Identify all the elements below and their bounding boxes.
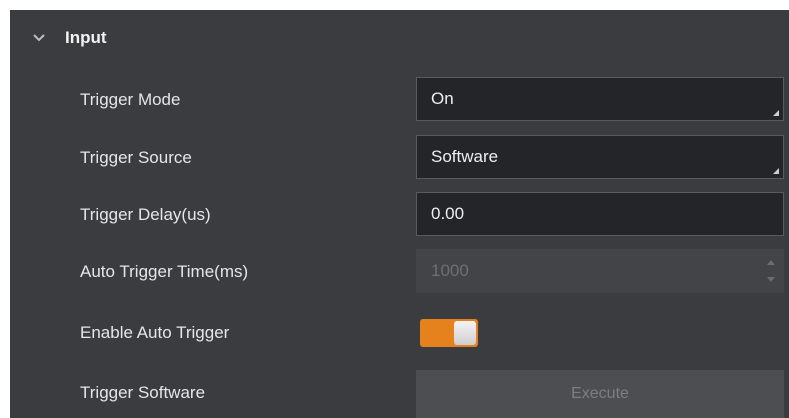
- trigger-mode-label: Trigger Mode: [80, 90, 181, 109]
- trigger-source-label: Trigger Source: [80, 148, 192, 167]
- row-trigger-mode: Trigger Mode On: [10, 75, 789, 125]
- chevron-down-icon[interactable]: [29, 28, 49, 48]
- section-header-input[interactable]: Input: [10, 10, 789, 66]
- trigger-source-select[interactable]: Software: [416, 135, 784, 179]
- spin-up-icon[interactable]: [767, 260, 775, 265]
- trigger-mode-select[interactable]: On: [416, 77, 784, 121]
- row-enable-auto-trigger: Enable Auto Trigger: [10, 308, 789, 358]
- row-trigger-software: Trigger Software Execute: [10, 368, 789, 418]
- execute-button[interactable]: Execute: [416, 370, 784, 418]
- auto-trigger-time-input[interactable]: 1000: [416, 249, 784, 293]
- spin-down-icon[interactable]: [767, 277, 775, 282]
- auto-trigger-time-label: Auto Trigger Time(ms): [80, 262, 249, 281]
- trigger-software-label: Trigger Software: [80, 383, 206, 402]
- row-trigger-source: Trigger Source Software: [10, 133, 789, 183]
- trigger-delay-label: Trigger Delay(us): [80, 205, 211, 224]
- toggle-knob: [454, 321, 476, 345]
- section-title: Input: [65, 28, 107, 47]
- auto-trigger-time-value: 1000: [431, 261, 469, 280]
- trigger-source-value: Software: [431, 147, 499, 166]
- enable-auto-trigger-label: Enable Auto Trigger: [80, 323, 230, 342]
- dropdown-corner-icon: [773, 110, 779, 116]
- properties-panel: Input Trigger Mode On Trigger Source Sof…: [10, 10, 789, 418]
- trigger-delay-value: 0.00: [431, 204, 465, 223]
- trigger-delay-input[interactable]: 0.00: [416, 192, 784, 236]
- enable-auto-trigger-toggle[interactable]: [420, 319, 478, 347]
- dropdown-corner-icon: [773, 168, 779, 174]
- row-trigger-delay: Trigger Delay(us) 0.00: [10, 190, 789, 240]
- trigger-mode-value: On: [431, 89, 454, 108]
- row-auto-trigger-time: Auto Trigger Time(ms) 1000: [10, 247, 789, 297]
